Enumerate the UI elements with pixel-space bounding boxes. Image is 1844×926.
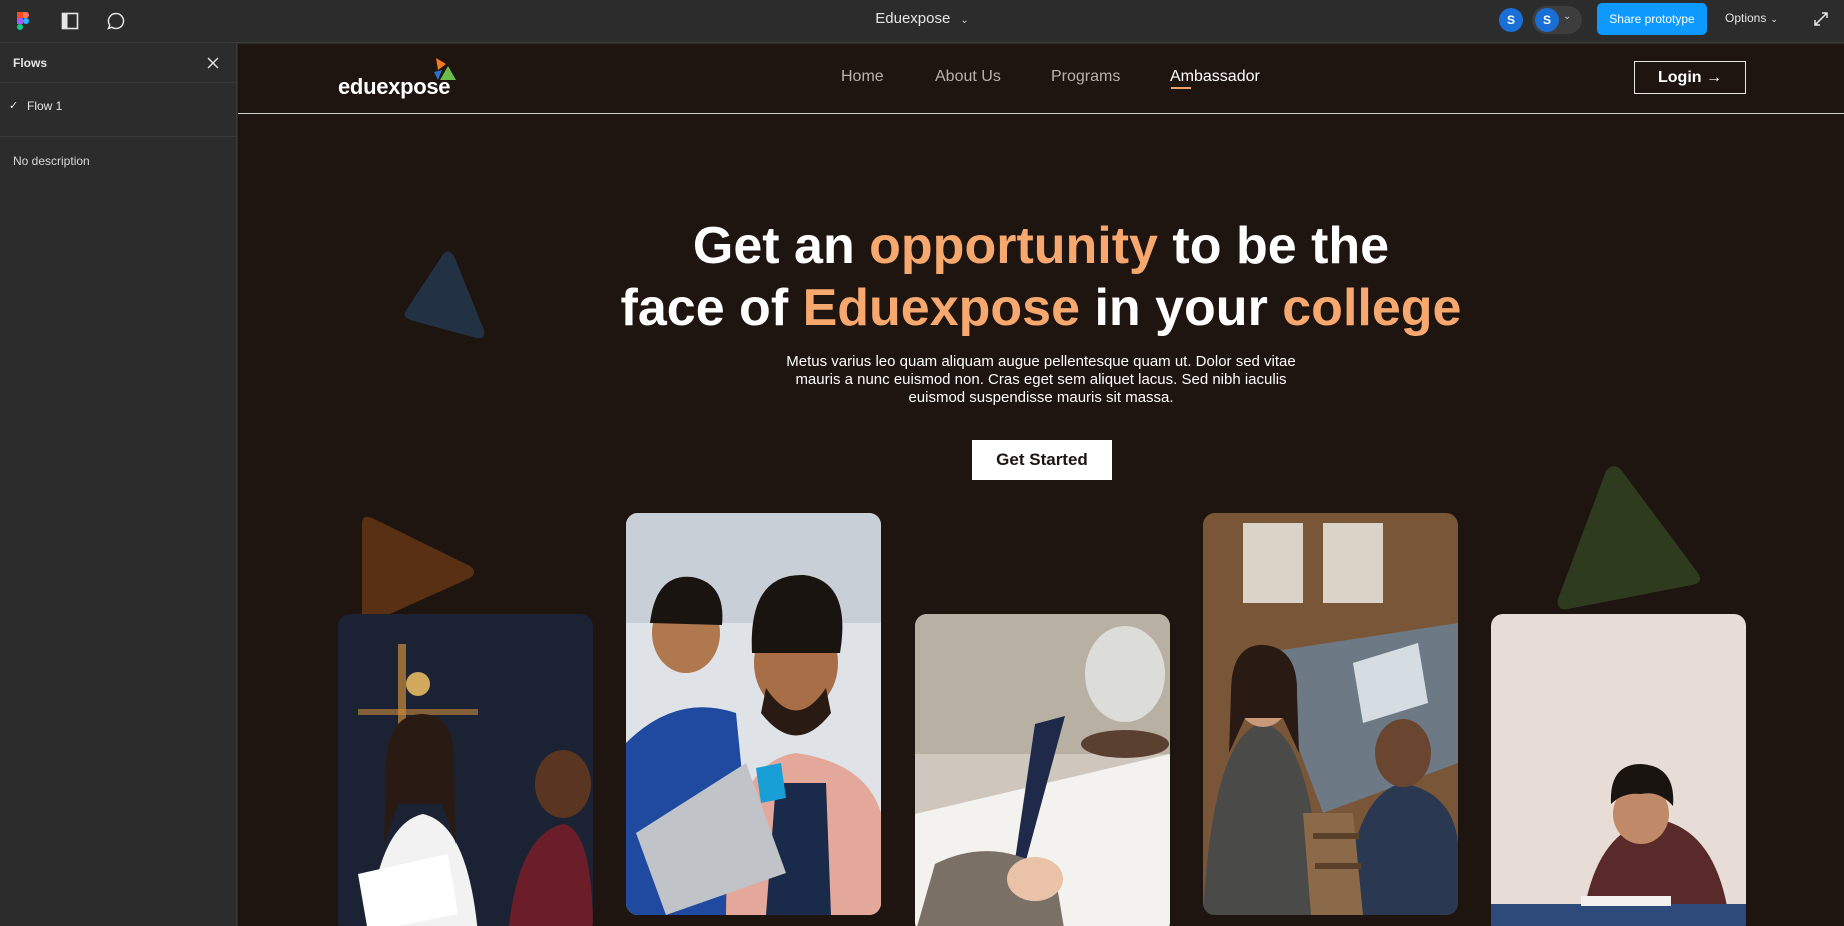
green-triangle-shape xyxy=(1557,466,1700,610)
get-started-button[interactable]: Get Started xyxy=(972,440,1112,480)
flows-panel: Flows ✓ Flow 1 No description xyxy=(0,44,237,926)
photo-hand-writing-notes xyxy=(915,614,1170,926)
expand-icon[interactable] xyxy=(1812,10,1832,30)
active-nav-indicator xyxy=(1171,87,1191,89)
orange-triangle-shape xyxy=(362,516,474,623)
prototype-toolbar: Eduexpose ⌄ S S ⌄ Share prototype Options… xyxy=(0,0,1844,43)
flow-description: No description xyxy=(13,154,90,168)
eduexpose-logo[interactable]: eduexpose xyxy=(338,58,468,102)
site-header: eduexpose Home About Us Programs Ambassa… xyxy=(238,44,1844,114)
hero-subtitle: Metus varius leo quam aliquam augue pell… xyxy=(786,353,1296,406)
checkmark-icon: ✓ xyxy=(9,100,19,112)
avatar[interactable]: S xyxy=(1499,8,1523,32)
photo-students-working-on-laptops xyxy=(1203,513,1458,915)
photo-two-students-at-laptop xyxy=(626,513,881,915)
blue-triangle-shape xyxy=(404,251,485,339)
flow-label: Flow 1 xyxy=(27,99,63,113)
hero-text: Get an xyxy=(692,217,870,275)
photo-students-reviewing-papers xyxy=(338,614,593,926)
options-label: Options xyxy=(1725,11,1767,25)
hero-text: to be the xyxy=(1157,217,1390,275)
avatar[interactable]: S xyxy=(1535,8,1559,32)
flow-item[interactable]: ✓ Flow 1 xyxy=(0,83,236,137)
hero-heading: Get an opportunity to be the face of Edu… xyxy=(538,215,1544,339)
hero-text: face of xyxy=(620,279,803,337)
hero-text: in your xyxy=(1080,279,1283,337)
chevron-down-icon[interactable]: ⌄ xyxy=(1563,11,1571,22)
chevron-down-icon: ⌄ xyxy=(960,15,969,26)
photo-student-studying-at-desk xyxy=(1491,614,1746,926)
share-prototype-button[interactable]: Share prototype xyxy=(1597,3,1707,35)
options-menu[interactable]: Options ⌄ xyxy=(1725,11,1778,25)
nav-ambassador[interactable]: Ambassador xyxy=(1170,68,1260,86)
prototype-canvas: eduexpose Home About Us Programs Ambassa… xyxy=(238,44,1844,926)
login-button[interactable]: Login → xyxy=(1634,61,1746,94)
nav-about-us[interactable]: About Us xyxy=(935,68,1001,86)
hero-accent: college xyxy=(1282,279,1462,337)
file-title: Eduexpose xyxy=(875,10,951,27)
chevron-down-icon: ⌄ xyxy=(1770,14,1778,24)
close-icon[interactable] xyxy=(204,54,222,72)
flows-panel-title: Flows xyxy=(13,56,48,70)
hero-accent: opportunity xyxy=(869,217,1158,275)
nav-programs[interactable]: Programs xyxy=(1051,68,1120,86)
logo-mark-icon xyxy=(434,58,456,80)
flows-panel-header: Flows xyxy=(0,44,236,83)
hero-accent: Eduexpose xyxy=(802,279,1081,337)
nav-home[interactable]: Home xyxy=(841,68,884,86)
